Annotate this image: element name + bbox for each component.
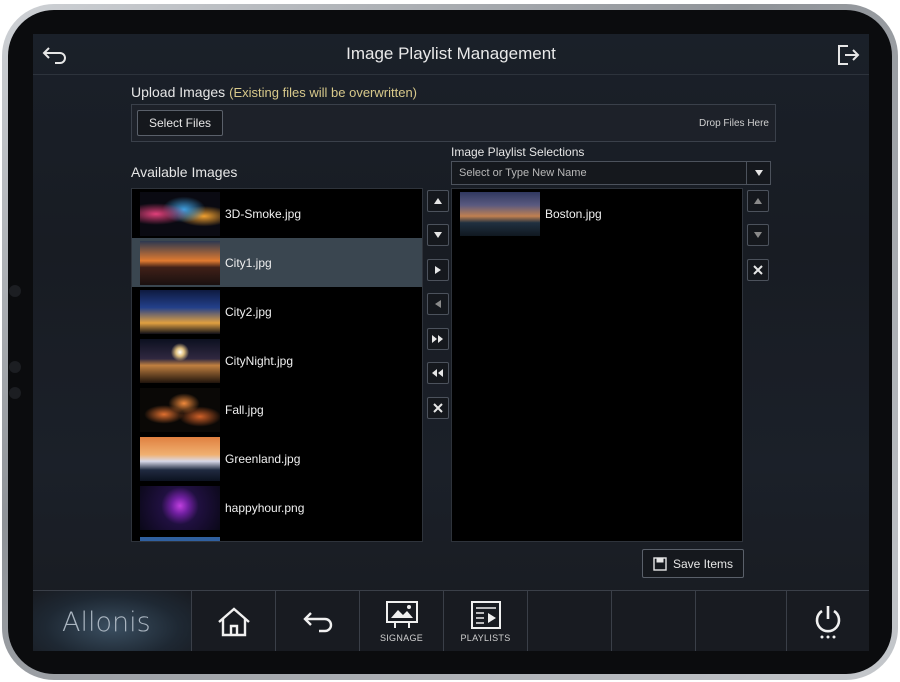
list-item[interactable]: Fall.jpg [132,385,422,434]
drop-files-text: Drop Files Here [698,118,769,129]
nav-empty-slot [611,591,695,651]
list-item-label: Greenland.jpg [225,451,301,466]
triangle-down-icon [754,232,762,238]
list-item[interactable]: City2.jpg [132,287,422,336]
close-icon [753,265,763,275]
list-item[interactable]: happyhour.png [132,483,422,532]
triangle-up-icon [754,198,762,204]
list-item-label: 3D-Smoke.jpg [225,206,302,221]
home-icon [217,606,250,636]
add-all-button[interactable] [427,328,449,350]
playlist-icon [470,601,501,629]
add-to-playlist-button[interactable] [427,259,449,281]
side-button [9,387,21,399]
signage-icon [385,601,418,628]
available-images-list[interactable]: 3D-Smoke.jpg City1.jpg City2.jpg CityNig… [131,188,423,542]
side-button [9,361,21,373]
power-icon [815,605,841,638]
side-button [9,285,21,297]
remove-all-button[interactable] [427,362,449,384]
triangle-down-icon [434,232,442,238]
playlists-label: PLAYLISTS [460,633,511,643]
close-icon [433,403,443,413]
move-down-button[interactable] [427,224,449,246]
list-item[interactable]: 3D-Smoke.jpg [132,189,422,238]
playlist-name-select[interactable]: Select or Type New Name [451,161,771,185]
thumbnail-city1 [140,240,220,285]
thumbnail-fall [140,387,220,432]
app-screen: Image Playlist Management Upload Images(… [33,34,869,651]
thumbnail-3d-smoke [140,191,220,236]
thumbnail-citynight [140,338,220,383]
double-left-icon [432,369,443,377]
thumbnail-happyhour [140,485,220,530]
list-item[interactable]: CityNight.jpg [132,336,422,385]
triangle-left-icon [435,300,441,308]
playlist-move-up-button[interactable] [747,190,769,212]
list-item-label: City1.jpg [225,255,272,270]
logo-text: Allonis [62,607,151,638]
list-item-label: Boston.jpg [545,206,602,221]
move-up-button[interactable] [427,190,449,212]
nav-empty-slot [527,591,611,651]
playlist-selections-label: Image Playlist Selections [451,145,585,159]
home-button[interactable] [191,591,275,651]
list-item-label: City2.jpg [225,304,272,319]
nav-empty-slot [695,591,786,651]
select-files-button[interactable]: Select Files [137,110,223,136]
available-images-label: Available Images [131,164,238,180]
list-item[interactable]: Greenland.jpg [132,434,422,483]
triangle-up-icon [434,198,442,204]
floppy-disk-icon [653,556,667,571]
remove-from-playlist-button[interactable] [427,293,449,315]
playlists-button[interactable]: PLAYLISTS [443,591,527,651]
thumbnail-boston [460,191,540,236]
playlist-items-list[interactable]: Boston.jpg [451,188,743,542]
power-button[interactable] [786,591,869,651]
thumbnail-city2 [140,289,220,334]
bottom-nav: Allonis SIGNAGE PLAYLISTS [33,590,869,651]
partial-list-item [140,537,220,541]
logout-icon [838,45,860,65]
save-items-button[interactable]: Save Items [642,549,744,578]
list-item-label: CityNight.jpg [225,353,294,368]
page-title: Image Playlist Management [346,44,556,63]
upload-dropzone[interactable]: Select Files Drop Files Here [131,104,776,142]
delete-image-button[interactable] [427,397,449,419]
save-items-label: Save Items [672,556,734,571]
header-bar: Image Playlist Management [33,34,869,75]
list-item-label: Fall.jpg [225,402,264,417]
back-arrow-icon [302,611,332,632]
brand-logo: Allonis [33,591,191,651]
double-right-icon [432,335,443,343]
logout-button[interactable] [833,40,863,70]
dropdown-toggle[interactable] [746,162,770,184]
upload-title: Upload Images [131,84,226,100]
signage-button[interactable]: SIGNAGE [359,591,443,651]
nav-back-button[interactable] [275,591,359,651]
playlist-remove-button[interactable] [747,259,769,281]
triangle-right-icon [435,266,441,274]
signage-label: SIGNAGE [379,633,424,643]
thumbnail-greenland [140,436,220,481]
playlist-select-placeholder: Select or Type New Name [459,167,587,179]
upload-label: Upload Images (Existing files will be ove… [131,84,417,100]
list-item[interactable]: Boston.jpg [452,189,742,238]
list-item-label: happyhour.png [225,500,305,515]
chevron-down-icon [754,170,763,176]
overwrite-note: (Existing files will be overwritten) [229,85,418,100]
playlist-move-down-button[interactable] [747,224,769,246]
list-item-selected[interactable]: City1.jpg [132,238,422,287]
